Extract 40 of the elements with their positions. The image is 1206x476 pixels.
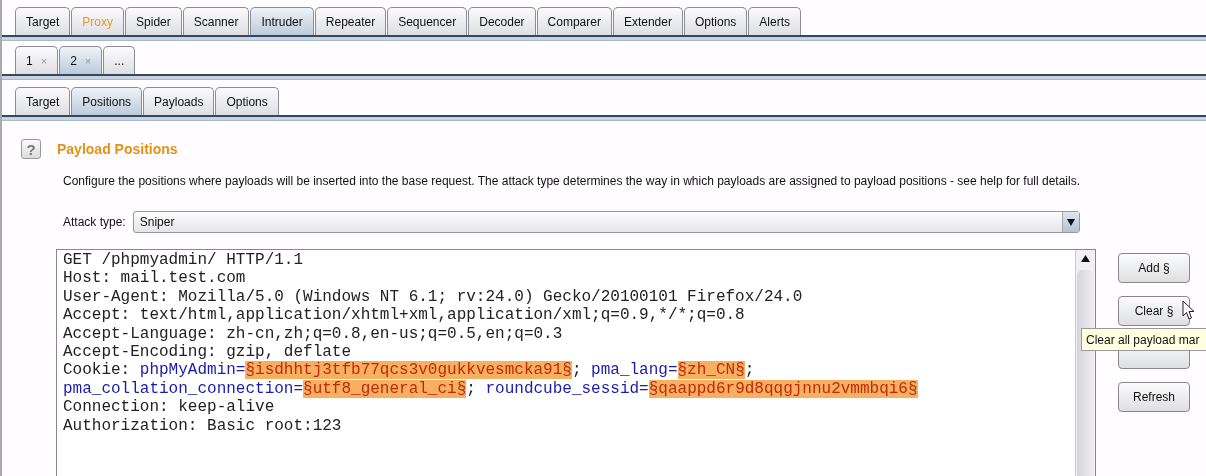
tab[interactable]: Target <box>15 7 71 35</box>
attack-type-label: Attack type: <box>63 215 126 229</box>
tab[interactable]: Payloads <box>143 87 215 115</box>
tab[interactable]: Scanner <box>182 7 250 35</box>
request-line: Accept: text/html,application/xhtml+xml,application/xml;q=0.9,*/*;q=0.8 <box>63 306 745 325</box>
request-line: pma_collation_connection=§utf8_general_ci§; roundcube_sessid=§qaappd6r9d8qqgjnnu2vmmbqi6§ <box>63 379 918 399</box>
request-line: GET /phpmyadmin/ HTTP/1.1 <box>63 251 304 270</box>
request-line: Accept-Encoding: gzip, deflate <box>63 343 352 362</box>
tab[interactable]: Options <box>683 7 748 35</box>
tab[interactable]: Positions <box>71 87 143 115</box>
tab[interactable]: 1 × <box>15 46 59 74</box>
tab[interactable]: Comparer <box>536 7 612 35</box>
tab[interactable]: Options <box>215 87 279 115</box>
button[interactable]: Refresh <box>1118 382 1190 412</box>
description-text: Configure the positions where payloads will be inserted into the base request. The attack type determines the way in which payloads are assigned to payload positions - see help for full details. <box>63 173 1082 190</box>
cursor-icon <box>1182 300 1195 321</box>
help-button[interactable]: ? <box>21 139 41 159</box>
tab[interactable]: ... <box>103 46 136 74</box>
request-line: Accept-Language: zh-cn,zh;q=0.8,en-us;q=0.5,en;q=0.3 <box>63 324 563 344</box>
dropdown-arrow-icon <box>1066 218 1075 226</box>
request-line: Cookie: phpMyAdmin=§isdhhtj3tfb77qcs3v0gukkvesmcka91§; pma_lang=§zh_CN§; <box>63 361 755 380</box>
tab[interactable]: Sequencer <box>387 7 468 35</box>
request-line: User-Agent: Mozilla/5.0 (Windows NT 6.1; rv:24.0) Gecko/20100101 Firefox/24.0 <box>63 287 803 307</box>
scroll-up-icon[interactable] <box>1081 255 1090 262</box>
tab[interactable]: Target <box>15 87 71 115</box>
request-line: Host: mail.test.com <box>63 269 246 288</box>
tab[interactable]: 2 × <box>59 46 103 74</box>
button[interactable]: Clear § <box>1118 296 1190 326</box>
tab[interactable]: Spider <box>125 7 182 35</box>
tab[interactable]: Alerts <box>748 7 801 35</box>
tooltip: Clear all payload mar <box>1081 328 1206 351</box>
tab[interactable]: Intruder <box>250 7 314 35</box>
tab[interactable]: Repeater <box>314 7 387 35</box>
tab[interactable]: Decoder <box>468 7 536 35</box>
attack-type-dropdown[interactable]: Sniper <box>132 211 1080 233</box>
button[interactable]: Add § <box>1118 253 1190 283</box>
request-line: Authorization: Basic root:123 <box>63 416 342 436</box>
section-title: Payload Positions <box>57 141 178 157</box>
request-line: Connection: keep-alive <box>63 398 275 417</box>
tab[interactable]: Extender <box>612 7 683 35</box>
